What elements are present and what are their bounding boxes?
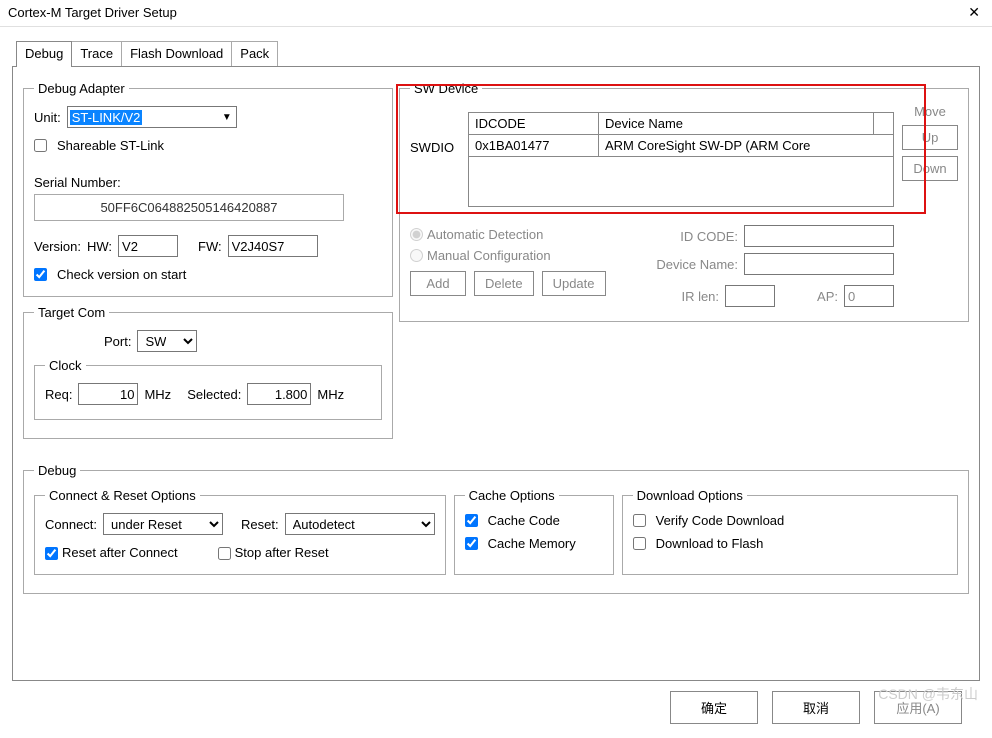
hw-label: HW: xyxy=(87,239,112,254)
shareable-label: Shareable ST-Link xyxy=(57,138,164,153)
port-label: Port: xyxy=(104,334,131,349)
selected-label: Selected: xyxy=(187,387,241,402)
check-version-checkbox[interactable] xyxy=(34,268,47,281)
devname-label: Device Name: xyxy=(638,257,738,272)
add-button[interactable]: Add xyxy=(410,271,466,296)
cache-legend: Cache Options xyxy=(465,488,559,503)
target-com-group: Target Com Port: SW Clock Req: MHz xyxy=(23,305,393,439)
req-label: Req: xyxy=(45,387,72,402)
download-flash-checkbox[interactable] xyxy=(633,537,646,550)
selected-unit: MHz xyxy=(317,387,344,402)
cache-code-checkbox[interactable] xyxy=(465,514,478,527)
sw-device-group: SW Device SWDIO IDCODE Device Na xyxy=(399,81,969,322)
ok-button[interactable]: 确定 xyxy=(670,691,758,724)
sw-device-legend: SW Device xyxy=(410,81,482,96)
titlebar: Cortex-M Target Driver Setup ✕ xyxy=(0,0,992,26)
manual-config-label: Manual Configuration xyxy=(427,248,551,263)
req-unit: MHz xyxy=(144,387,171,402)
verify-download-label: Verify Code Download xyxy=(656,513,785,528)
tab-debug[interactable]: Debug xyxy=(16,41,72,67)
target-com-legend: Target Com xyxy=(34,305,109,320)
req-field[interactable] xyxy=(78,383,138,405)
clock-legend: Clock xyxy=(45,358,86,373)
auto-detection-label: Automatic Detection xyxy=(427,227,543,242)
verify-download-checkbox[interactable] xyxy=(633,514,646,527)
idcode-cell: 0x1BA01477 xyxy=(469,135,599,157)
cache-memory-label: Cache Memory xyxy=(488,536,576,551)
cache-options-group: Cache Options Cache Code Cache Memory xyxy=(454,488,614,575)
irlen-label: IR len: xyxy=(681,289,719,304)
download-legend: Download Options xyxy=(633,488,747,503)
update-button[interactable]: Update xyxy=(542,271,606,296)
unit-select[interactable]: ST-LINK/V2 ▼ xyxy=(67,106,237,128)
idcode-field xyxy=(744,225,894,247)
irlen-field xyxy=(725,285,775,307)
download-flash-label: Download to Flash xyxy=(656,536,764,551)
idcode-label: ID CODE: xyxy=(638,229,738,244)
debug-group: Debug Connect & Reset Options Connect: u… xyxy=(23,463,969,594)
hw-field xyxy=(118,235,178,257)
connect-reset-legend: Connect & Reset Options xyxy=(45,488,200,503)
tab-pack[interactable]: Pack xyxy=(231,41,278,67)
debug-adapter-legend: Debug Adapter xyxy=(34,81,129,96)
cancel-button[interactable]: 取消 xyxy=(772,691,860,724)
delete-button[interactable]: Delete xyxy=(474,271,534,296)
table-row[interactable]: 0x1BA01477 ARM CoreSight SW-DP (ARM Core xyxy=(469,135,894,157)
fw-field xyxy=(228,235,318,257)
serial-value: 50FF6C064882505146420887 xyxy=(34,194,344,221)
manual-config-radio xyxy=(410,249,423,262)
devname-cell: ARM CoreSight SW-DP (ARM Core xyxy=(599,135,894,157)
auto-detection-radio xyxy=(410,228,423,241)
serial-label: Serial Number: xyxy=(34,175,382,190)
window-title: Cortex-M Target Driver Setup xyxy=(8,5,177,20)
chevron-down-icon: ▼ xyxy=(222,112,232,123)
unit-label: Unit: xyxy=(34,110,61,125)
tab-trace[interactable]: Trace xyxy=(71,41,122,67)
stop-after-checkbox[interactable] xyxy=(218,547,231,560)
tab-page-debug: Debug Adapter Unit: ST-LINK/V2 ▼ Shareab… xyxy=(12,66,980,681)
debug-adapter-group: Debug Adapter Unit: ST-LINK/V2 ▼ Shareab… xyxy=(23,81,393,297)
reset-label: Reset: xyxy=(241,517,279,532)
connect-reset-group: Connect & Reset Options Connect: under R… xyxy=(34,488,446,575)
reset-after-label: Reset after Connect xyxy=(62,545,178,560)
idcode-header: IDCODE xyxy=(469,113,599,135)
download-options-group: Download Options Verify Code Download Do… xyxy=(622,488,958,575)
clock-group: Clock Req: MHz Selected: MHz xyxy=(34,358,382,420)
apply-button[interactable]: 应用(A) xyxy=(874,691,962,724)
unit-value: ST-LINK/V2 xyxy=(70,110,143,125)
shareable-checkbox[interactable] xyxy=(34,139,47,152)
cache-memory-checkbox[interactable] xyxy=(465,537,478,550)
check-version-label: Check version on start xyxy=(57,267,186,282)
connect-label: Connect: xyxy=(45,517,97,532)
move-down-button[interactable]: Down xyxy=(902,156,958,181)
swdio-label: SWDIO xyxy=(410,112,460,155)
tab-flash-download[interactable]: Flash Download xyxy=(121,41,232,67)
selected-field xyxy=(247,383,311,405)
sw-device-table: IDCODE Device Name 0x1BA01477 ARM CoreSi… xyxy=(468,112,894,207)
move-label: Move xyxy=(902,104,958,119)
reset-select[interactable]: Autodetect xyxy=(285,513,435,535)
move-up-button[interactable]: Up xyxy=(902,125,958,150)
ap-label: AP: xyxy=(817,289,838,304)
devname-header: Device Name xyxy=(599,113,874,135)
ap-field xyxy=(844,285,894,307)
version-label: Version: xyxy=(34,239,81,254)
fw-label: FW: xyxy=(198,239,222,254)
connect-select[interactable]: under Reset xyxy=(103,513,223,535)
tab-bar: Debug Trace Flash Download Pack xyxy=(16,41,980,67)
port-select[interactable]: SW xyxy=(137,330,197,352)
devname-field xyxy=(744,253,894,275)
reset-after-checkbox[interactable] xyxy=(45,547,58,560)
stop-after-label: Stop after Reset xyxy=(235,545,329,560)
cache-code-label: Cache Code xyxy=(488,513,560,528)
close-icon[interactable]: ✕ xyxy=(964,4,984,21)
debug-legend: Debug xyxy=(34,463,80,478)
